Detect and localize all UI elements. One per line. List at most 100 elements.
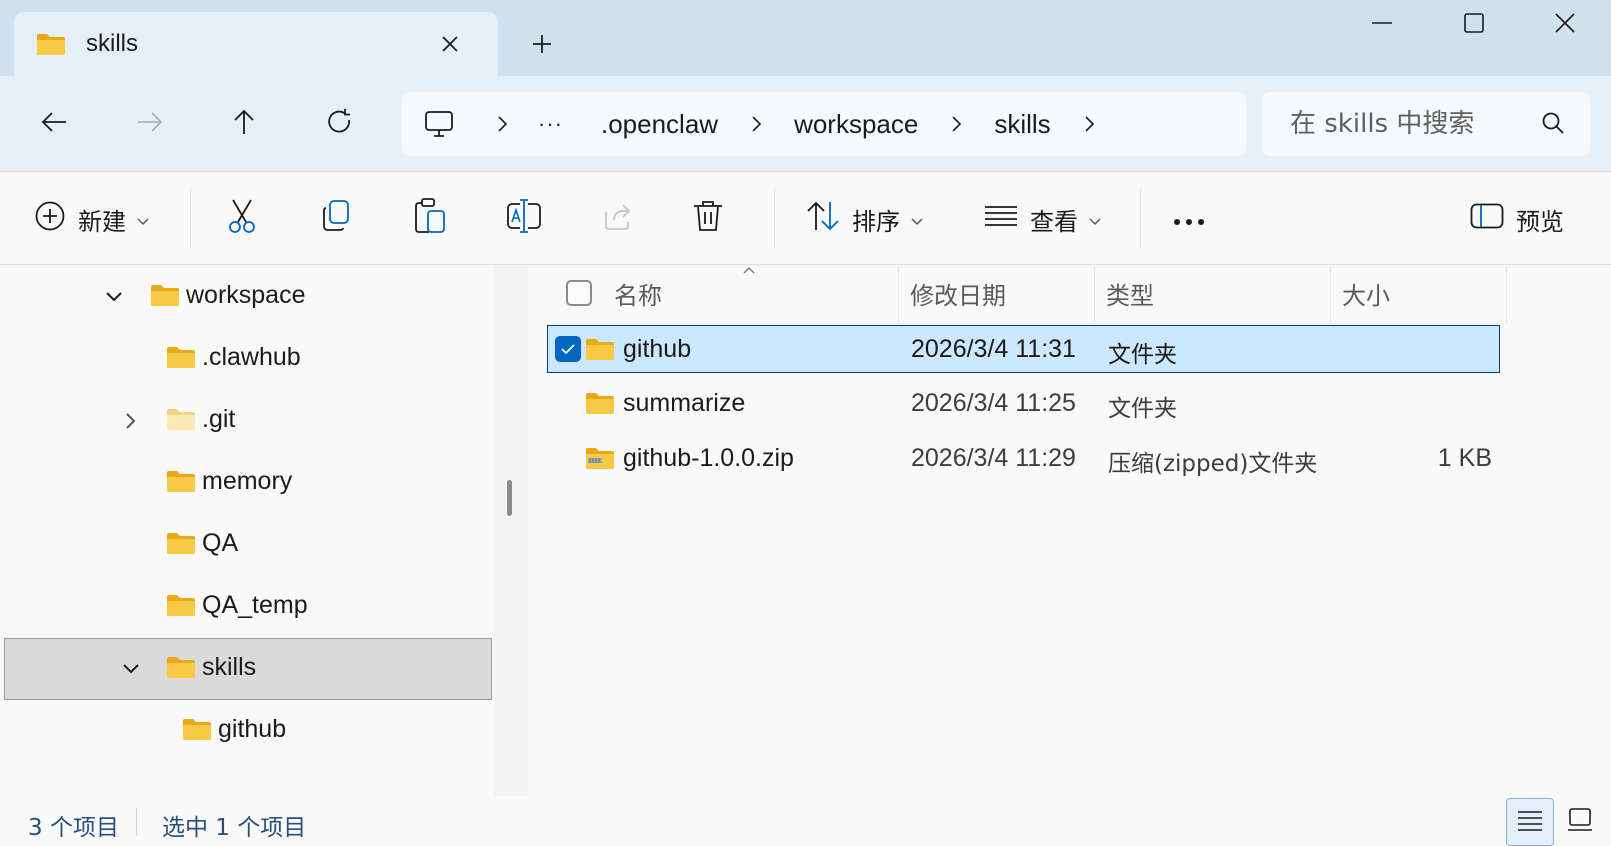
file-modified: 2026/3/4 11:25: [911, 389, 1076, 417]
file-row-summarize[interactable]: summarize 2026/3/4 11:25 文件夹: [548, 380, 1500, 428]
title-bar: skills: [0, 0, 1611, 76]
tree-item-git[interactable]: .git: [4, 390, 492, 452]
file-modified: 2026/3/4 11:29: [911, 444, 1076, 472]
sort-button[interactable]: 排序: [806, 191, 924, 247]
file-row-github-zip[interactable]: github-1.0.0.zip 2026/3/4 11:29 压缩(zippe…: [548, 435, 1500, 483]
sort-ascending-icon: [742, 262, 756, 280]
arrow-up-icon: [230, 108, 258, 141]
back-button[interactable]: [30, 100, 78, 148]
view-button[interactable]: 查看: [984, 191, 1102, 247]
close-tab-icon[interactable]: [432, 26, 468, 62]
file-name: github: [623, 335, 692, 363]
rename-button[interactable]: [506, 191, 542, 247]
new-button[interactable]: 新建: [34, 191, 150, 247]
chevron-down-icon: [136, 205, 150, 233]
share-button[interactable]: [600, 191, 634, 247]
column-divider[interactable]: [1506, 266, 1507, 322]
preview-button[interactable]: 预览: [1470, 191, 1564, 247]
view-label: 查看: [1030, 207, 1078, 236]
computer-icon[interactable]: [424, 109, 454, 139]
tree-item-clawhub[interactable]: .clawhub: [4, 328, 492, 390]
close-window-button[interactable]: [1519, 0, 1611, 50]
file-name: github-1.0.0.zip: [623, 444, 794, 472]
tree-item-qa[interactable]: QA: [4, 514, 492, 576]
search-box[interactable]: [1262, 92, 1590, 156]
file-row-github[interactable]: github 2026/3/4 11:31 文件夹: [547, 325, 1500, 373]
new-label: 新建: [78, 207, 126, 236]
up-button[interactable]: [220, 100, 268, 148]
column-header-row: 名称 修改日期 类型 大小: [528, 266, 1611, 326]
column-divider[interactable]: [1094, 266, 1095, 322]
tree-item-label: memory: [202, 467, 293, 495]
minimize-button[interactable]: [1336, 0, 1428, 50]
search-input[interactable]: [1290, 92, 1530, 156]
column-header-name[interactable]: 名称: [614, 276, 662, 311]
cut-button[interactable]: [226, 191, 258, 247]
more-options-button[interactable]: [1172, 191, 1206, 247]
maximize-button[interactable]: [1428, 0, 1520, 50]
tree-item-label: .clawhub: [202, 343, 301, 371]
cut-icon: [226, 198, 258, 240]
folder-icon: [166, 469, 196, 500]
preview-pane-icon: [1470, 203, 1504, 235]
chevron-down-icon: [1088, 205, 1102, 233]
tree-item-label: skills: [202, 653, 257, 681]
chevron-right-icon[interactable]: [1071, 92, 1107, 156]
tab-skills[interactable]: skills: [14, 12, 498, 76]
tree-item-skills[interactable]: skills: [4, 638, 492, 700]
folder-icon: [166, 655, 196, 686]
tree-item-workspace[interactable]: workspace: [4, 266, 492, 328]
tab-title: skills: [86, 30, 138, 57]
folder-icon: [585, 391, 615, 422]
chevron-right-icon[interactable]: [118, 409, 142, 433]
column-header-type[interactable]: 类型: [1106, 276, 1154, 311]
tree-item-qa-temp[interactable]: QA_temp: [4, 576, 492, 638]
folder-icon: [166, 593, 196, 624]
pane-splitter[interactable]: [494, 266, 528, 796]
folder-icon: [182, 717, 212, 748]
chevron-right-icon[interactable]: [738, 92, 774, 156]
arrow-right-icon: [136, 108, 164, 141]
column-header-size[interactable]: 大小: [1342, 276, 1390, 311]
search-icon[interactable]: [1540, 110, 1566, 141]
sort-label: 排序: [852, 207, 900, 236]
breadcrumb-overflow[interactable]: ···: [520, 111, 581, 137]
folder-icon: [166, 407, 196, 438]
breadcrumb-item-openclaw[interactable]: .openclaw: [581, 109, 738, 140]
select-all-checkbox[interactable]: [566, 280, 592, 306]
command-bar: 新建 排序 查看 预览: [0, 173, 1611, 265]
paste-button[interactable]: [414, 191, 446, 247]
breadcrumb-item-skills[interactable]: skills: [974, 109, 1070, 140]
folder-icon: [36, 32, 66, 61]
tree-item-github[interactable]: github: [4, 700, 492, 762]
tree-item-label: QA: [202, 529, 239, 557]
divider: [1140, 189, 1141, 249]
refresh-button[interactable]: [316, 100, 364, 148]
chevron-right-icon[interactable]: [484, 92, 520, 156]
item-count: 3 个项目: [28, 815, 119, 841]
copy-button[interactable]: [320, 191, 352, 247]
chevron-down-icon[interactable]: [119, 657, 143, 681]
column-header-modified[interactable]: 修改日期: [910, 276, 1006, 311]
sort-icon: [806, 200, 840, 238]
new-tab-button[interactable]: [524, 26, 560, 62]
divider: [774, 189, 775, 249]
forward-button[interactable]: [126, 100, 174, 148]
column-divider[interactable]: [1330, 266, 1331, 322]
file-modified: 2026/3/4 11:31: [911, 335, 1076, 363]
chevron-down-icon[interactable]: [102, 285, 126, 309]
tiles-view-button[interactable]: [1556, 798, 1604, 846]
breadcrumb-item-workspace[interactable]: workspace: [774, 109, 938, 140]
arrow-left-icon: [40, 108, 68, 141]
scrollbar-thumb[interactable]: [507, 480, 512, 516]
column-divider[interactable]: [898, 266, 899, 322]
row-checkbox[interactable]: [555, 336, 581, 362]
address-bar[interactable]: ··· .openclaw workspace skills: [402, 92, 1246, 156]
refresh-icon: [326, 108, 354, 141]
rename-icon: [506, 198, 542, 240]
divider: [136, 808, 137, 836]
delete-button[interactable]: [692, 191, 724, 247]
chevron-right-icon[interactable]: [938, 92, 974, 156]
tree-item-memory[interactable]: memory: [4, 452, 492, 514]
details-view-button[interactable]: [1506, 798, 1554, 846]
